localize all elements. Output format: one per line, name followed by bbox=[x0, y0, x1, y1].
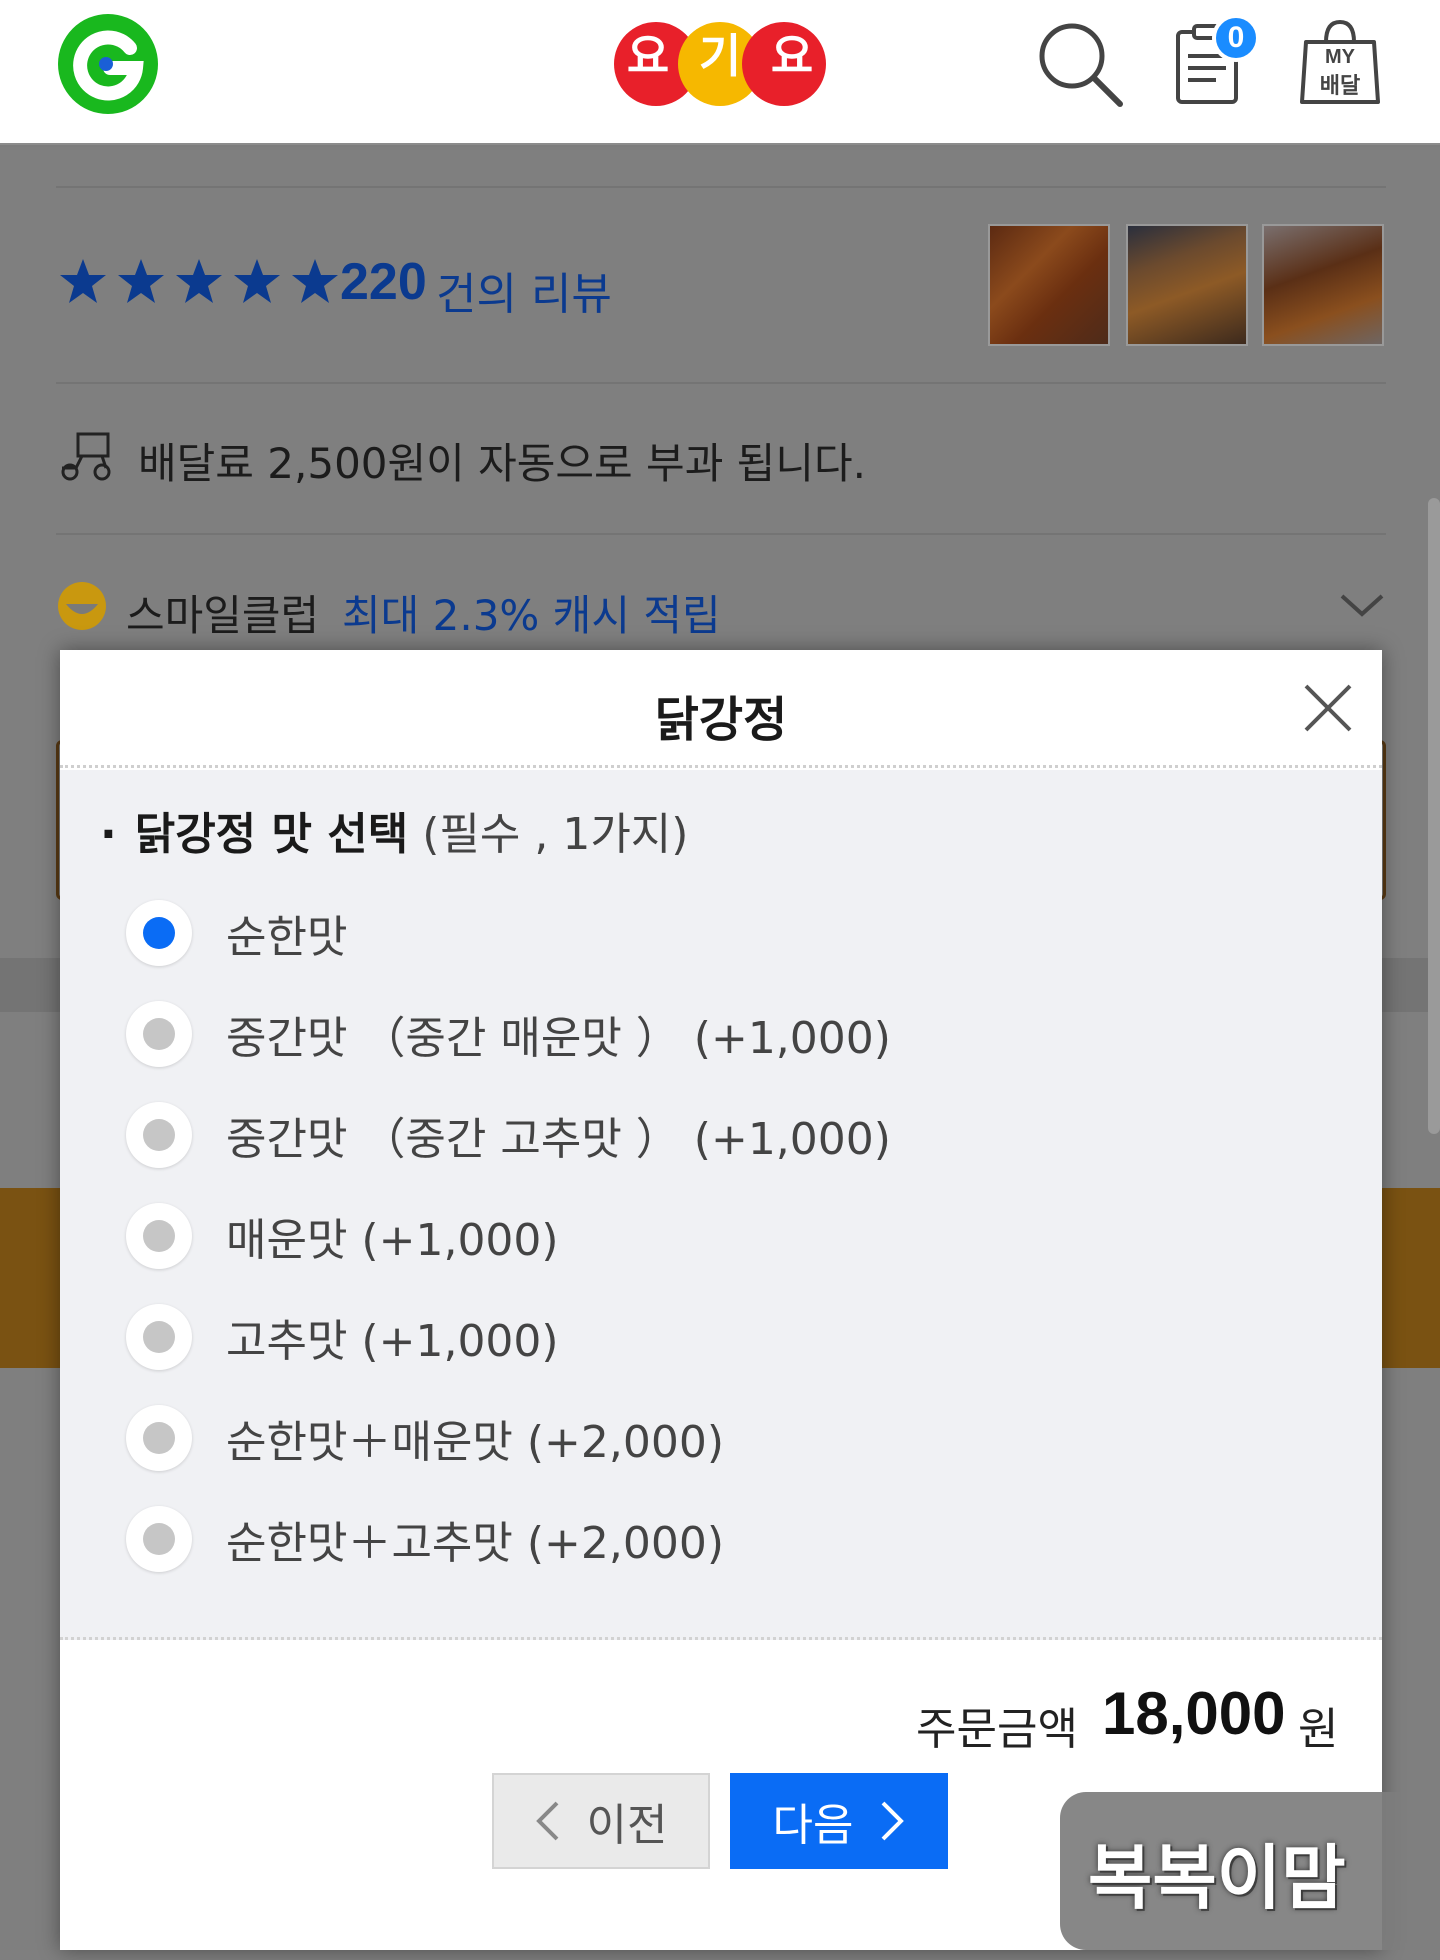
radio-dot bbox=[143, 1018, 175, 1050]
option-radio-item[interactable]: 매운맛 (+1,000) bbox=[126, 1201, 559, 1271]
next-button-label: 다음 bbox=[772, 1800, 854, 1851]
prev-button-label: 이전 bbox=[586, 1800, 668, 1851]
section-note: (필수 , 1가지) bbox=[422, 809, 689, 860]
scrollbar[interactable] bbox=[1428, 498, 1440, 1134]
chevron-left-icon bbox=[535, 1801, 558, 1841]
radio-button[interactable] bbox=[126, 1304, 192, 1370]
chevron-right-icon bbox=[882, 1801, 905, 1841]
radio-dot bbox=[143, 917, 175, 949]
option-label: 순한맛 bbox=[226, 912, 348, 963]
cart-count-badge: 0 bbox=[1212, 14, 1260, 62]
option-radio-item[interactable]: 중간맛 （중간 고추맛 ） (+1,000) bbox=[126, 1100, 891, 1170]
section-title-text: 닭강정 맛 선택 bbox=[134, 809, 409, 860]
option-label: 중간맛 （중간 고추맛 ） (+1,000) bbox=[226, 1114, 891, 1165]
radio-dot bbox=[143, 1523, 175, 1555]
my-label-line1: MY bbox=[1325, 46, 1355, 68]
brand-char-3: 요 bbox=[770, 29, 814, 83]
option-label: 고추맛 (+1,000) bbox=[226, 1316, 559, 1367]
option-radio-item[interactable]: 고추맛 (+1,000) bbox=[126, 1302, 559, 1372]
star-icon bbox=[234, 259, 280, 303]
smile-club-label[interactable]: 스마일클럽 bbox=[126, 582, 319, 643]
total-unit: 원 bbox=[1298, 1704, 1339, 1755]
delivery-scooter-icon bbox=[61, 432, 111, 481]
star-icon bbox=[60, 259, 106, 303]
option-label: 순한맛＋고추맛 (+2,000) bbox=[226, 1518, 725, 1569]
watermark-text: 복복이맘 bbox=[1088, 1837, 1346, 1919]
option-section-title: · 닭강정 맛 선택 (필수 , 1가지) bbox=[100, 798, 688, 862]
total-label: 주문금액 bbox=[916, 1704, 1078, 1755]
option-label: 중간맛 （중간 매운맛 ） (+1,000) bbox=[226, 1013, 891, 1064]
option-radio-item[interactable]: 순한맛＋매운맛 (+2,000) bbox=[126, 1403, 724, 1473]
option-select-modal: 닭강정 · 닭강정 맛 선택 (필수 , 1가지) 순한맛 중간맛 （중간 매운맛 … bbox=[60, 650, 1382, 1950]
divider bbox=[56, 186, 1386, 188]
option-label: 매운맛 (+1,000) bbox=[226, 1215, 559, 1266]
close-icon[interactable] bbox=[1300, 680, 1356, 736]
option-radio-item[interactable]: 중간맛 （중간 매운맛 ） (+1,000) bbox=[126, 999, 891, 1069]
next-button[interactable]: 다음 bbox=[730, 1773, 948, 1869]
radio-dot bbox=[143, 1422, 175, 1454]
smile-club-promo[interactable]: 최대 2.3% 캐시 적립 bbox=[342, 582, 721, 643]
bullet: · bbox=[100, 809, 117, 860]
star-icon bbox=[176, 259, 222, 303]
modal-title: 닭강정 bbox=[654, 692, 788, 748]
radio-button[interactable] bbox=[126, 1001, 192, 1067]
review-label[interactable]: 건의 리뷰 bbox=[436, 258, 612, 322]
delivery-fee-notice: 배달료 2,500원이 자동으로 부과 됩니다. bbox=[138, 439, 866, 488]
option-radio-item[interactable]: 순한맛 bbox=[126, 898, 347, 968]
brand-char-1: 요 bbox=[626, 29, 670, 83]
chevron-down-icon[interactable] bbox=[1338, 590, 1386, 620]
my-label-line2: 배달 bbox=[1319, 74, 1361, 99]
review-photo-thumbnail[interactable] bbox=[1262, 224, 1384, 346]
star-icon bbox=[292, 259, 338, 303]
watermark: 복복이맘 bbox=[1060, 1792, 1400, 1950]
radio-button[interactable] bbox=[126, 1506, 192, 1572]
option-list: · 닭강정 맛 선택 (필수 , 1가지) 순한맛 중간맛 （중간 매운맛 ） (+… bbox=[60, 770, 1382, 1640]
search-icon[interactable] bbox=[1032, 16, 1128, 112]
gmarket-logo-icon[interactable] bbox=[56, 12, 160, 116]
divider bbox=[56, 382, 1386, 384]
option-label: 순한맛＋매운맛 (+2,000) bbox=[226, 1417, 725, 1468]
review-photo-thumbnail[interactable] bbox=[1126, 224, 1248, 346]
radio-button[interactable] bbox=[126, 900, 192, 966]
option-radio-item[interactable]: 순한맛＋고추맛 (+2,000) bbox=[126, 1504, 724, 1574]
brand-char-2: 기 bbox=[698, 29, 742, 83]
radio-dot bbox=[143, 1119, 175, 1151]
modal-header: 닭강정 bbox=[60, 650, 1382, 768]
radio-button[interactable] bbox=[126, 1203, 192, 1269]
review-count[interactable]: 220 bbox=[340, 252, 427, 312]
review-photo-thumbnail[interactable] bbox=[988, 224, 1110, 346]
rating-stars bbox=[58, 256, 340, 306]
radio-dot bbox=[143, 1321, 175, 1353]
smile-club-icon bbox=[58, 582, 106, 630]
my-delivery-button[interactable]: MY 배달 bbox=[1292, 16, 1388, 112]
radio-dot bbox=[143, 1220, 175, 1252]
total-amount: 18,000 bbox=[1102, 1680, 1286, 1747]
app-header: 요 기 요 0 MY 배달 bbox=[0, 0, 1440, 145]
radio-button[interactable] bbox=[126, 1102, 192, 1168]
prev-button[interactable]: 이전 bbox=[492, 1773, 710, 1869]
radio-button[interactable] bbox=[126, 1405, 192, 1471]
brand-text: 요 기 요 bbox=[612, 20, 828, 108]
divider bbox=[56, 533, 1386, 535]
star-icon bbox=[118, 259, 164, 303]
